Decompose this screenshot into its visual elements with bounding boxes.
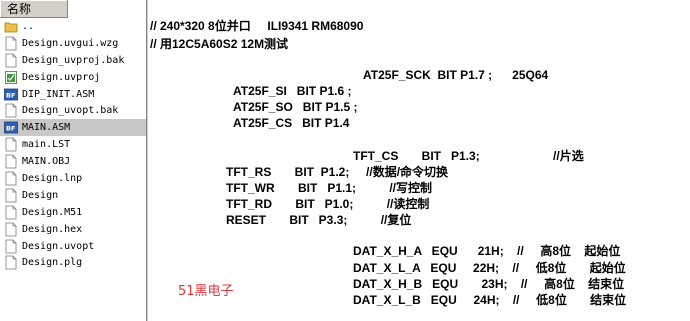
file-item[interactable]: Design.plg <box>0 254 146 271</box>
file-name: Design_uvproj.bak <box>22 54 125 66</box>
file-name: MAIN.ASM <box>22 122 71 134</box>
file-icon <box>4 239 18 254</box>
file-name: .. <box>22 20 35 32</box>
file-item[interactable]: BF DIP_INIT.ASM <box>0 86 146 103</box>
svg-text:BF: BF <box>6 125 15 133</box>
code-line-reset: RESET BIT P3.3; //复位 <box>226 213 412 227</box>
code-line-at25f-so: AT25F_SO BIT P1.5 ; <box>233 100 358 114</box>
file-item[interactable]: Design.uvopt <box>0 238 146 255</box>
file-item[interactable]: Design.uvproj <box>0 69 146 86</box>
file-item[interactable]: .. <box>0 18 146 35</box>
code-line-at25f-cs: AT25F_CS BIT P1.4 <box>233 116 350 130</box>
uvproj-icon <box>4 70 18 85</box>
file-name: main.LST <box>22 139 71 151</box>
column-header-name[interactable]: 名称 <box>0 0 68 18</box>
file-icon <box>4 36 18 51</box>
file-icon <box>4 171 18 186</box>
watermark-text: 51黑电子 <box>178 284 234 299</box>
file-name: DIP_INIT.ASM <box>22 88 95 100</box>
code-line-dat-x-h-b: DAT_X_H_B EQU 23H; // 高8位 结束位 <box>353 277 625 291</box>
file-item[interactable]: Design_uvopt.bak <box>0 102 146 119</box>
file-name: Design_uvopt.bak <box>22 105 119 117</box>
code-line-dat-x-l-b: DAT_X_L_B EQU 24H; // 低8位 结束位 <box>353 293 627 307</box>
file-name: Design.plg <box>22 257 83 269</box>
asm-icon: BF <box>4 120 18 135</box>
file-name: Design.uvgui.wzg <box>22 37 119 49</box>
code-line-tft-wr: TFT_WR BIT P1.1; //写控制 <box>226 181 433 195</box>
file-name: Design <box>22 189 59 201</box>
file-item[interactable]: Design.M51 <box>0 204 146 221</box>
file-item[interactable]: main.LST <box>0 136 146 153</box>
code-line-tft-rs: TFT_RS BIT P1.2; //数据/命令切换 <box>226 165 449 179</box>
file-name: Design.hex <box>22 223 83 235</box>
code-line-comment-1: // 240*320 8位并口 ILI9341 RM68090 <box>150 19 364 33</box>
code-editor[interactable]: // 240*320 8位并口 ILI9341 RM68090 // 用12C5… <box>148 0 690 321</box>
code-line-comment-2: // 用12C5A60S2 12M测试 <box>150 37 289 51</box>
file-list: .. Design.uvgui.wzg Design_uvproj.bak Desig… <box>0 18 146 271</box>
file-icon <box>4 205 18 220</box>
code-line-tft-rd: TFT_RD BIT P1.0; //读控制 <box>226 197 430 211</box>
folder-icon <box>4 19 18 34</box>
file-icon <box>4 255 18 270</box>
asm-icon: BF <box>4 87 18 102</box>
file-icon <box>4 222 18 237</box>
code-line-at25f-si: AT25F_SI BIT P1.6 ; <box>233 84 352 98</box>
file-icon <box>4 137 18 152</box>
file-pane: 名称 .. Design.uvgui.wzg Design_uvproj.bak De… <box>0 0 147 321</box>
file-item[interactable]: MAIN.OBJ <box>0 153 146 170</box>
file-icon <box>4 103 18 118</box>
code-line-dat-x-l-a: DAT_X_L_A EQU 22H; // 低8位 起始位 <box>353 261 626 275</box>
file-name: Design.M51 <box>22 206 83 218</box>
file-item[interactable]: Design.lnp <box>0 170 146 187</box>
file-icon <box>4 53 18 68</box>
file-icon <box>4 154 18 169</box>
file-item[interactable]: Design_uvproj.bak <box>0 52 146 69</box>
file-item[interactable]: Design <box>0 187 146 204</box>
file-icon <box>4 188 18 203</box>
file-item[interactable]: Design.uvgui.wzg <box>0 35 146 52</box>
file-item[interactable]: Design.hex <box>0 221 146 238</box>
code-line-tft-cs: TFT_CS BIT P1.3; //片选 <box>353 149 584 163</box>
file-name: Design.lnp <box>22 172 83 184</box>
file-item[interactable]: BF MAIN.ASM <box>0 119 146 137</box>
file-name: Design.uvopt <box>22 240 95 252</box>
file-name: MAIN.OBJ <box>22 156 71 168</box>
code-line-dat-x-h-a: DAT_X_H_A EQU 21H; // 高8位 起始位 <box>353 244 621 258</box>
file-name: Design.uvproj <box>22 71 101 83</box>
code-line-at25f-sck: AT25F_SCK BIT P1.7 ; 25Q64 <box>363 68 549 82</box>
svg-text:BF: BF <box>6 91 15 99</box>
